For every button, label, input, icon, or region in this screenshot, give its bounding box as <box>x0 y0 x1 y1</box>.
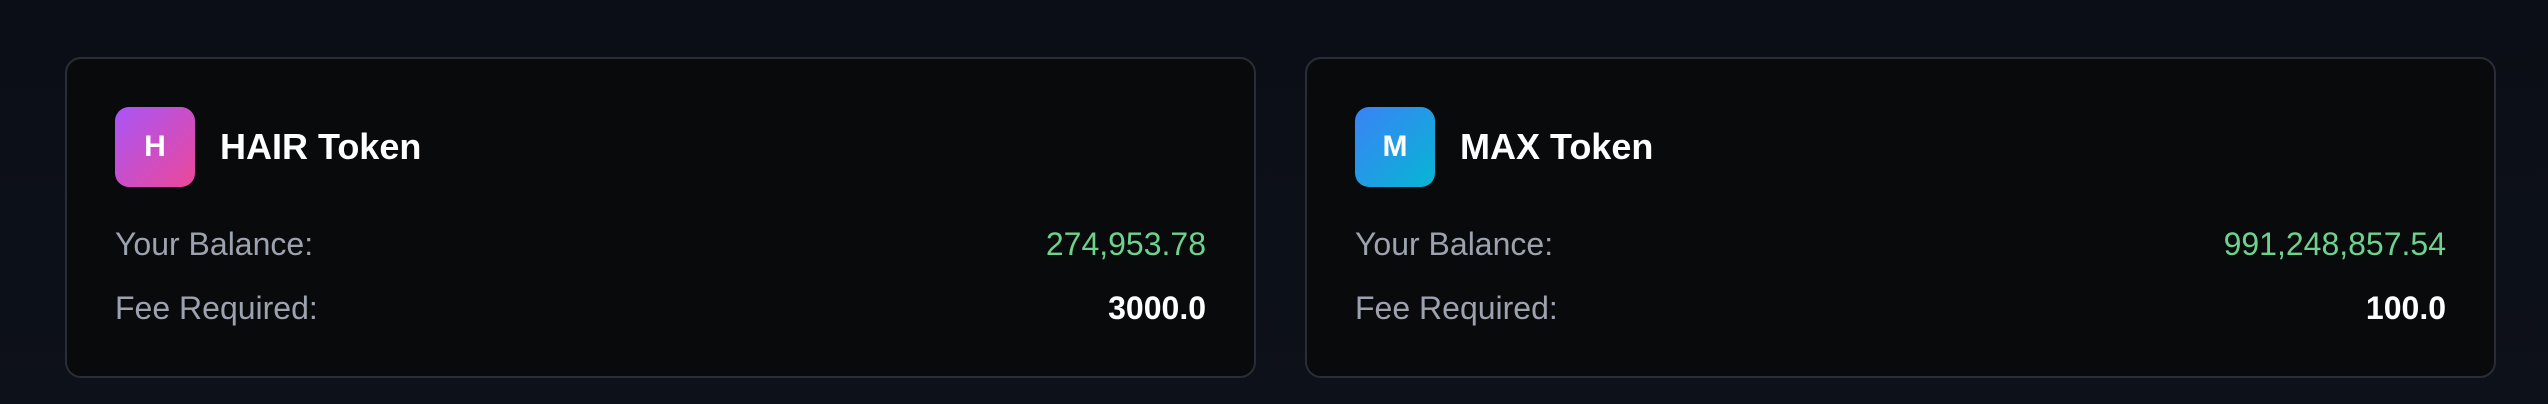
token-h-icon: H <box>115 107 195 187</box>
token-badge-letter: M <box>1382 130 1408 163</box>
balance-value: 991,248,857.54 <box>2223 226 2446 262</box>
fee-label: Fee Required: <box>115 290 318 326</box>
token-cards-container: H HAIR Token Your Balance: 274,953.78 Fe… <box>65 57 2496 380</box>
balance-label: Your Balance: <box>1355 226 1554 262</box>
fee-label: Fee Required: <box>1355 290 1558 326</box>
token-name: MAX Token <box>1460 126 1654 167</box>
fee-value: 3000.0 <box>1108 290 1206 326</box>
token-card-max: M MAX Token Your Balance: 991,248,857.54… <box>1305 57 2496 378</box>
token-badge-letter: H <box>144 130 166 163</box>
balance-label: Your Balance: <box>115 226 314 262</box>
token-card-hair: H HAIR Token Your Balance: 274,953.78 Fe… <box>65 57 1256 378</box>
fee-value: 100.0 <box>2365 290 2446 326</box>
token-m-icon: M <box>1355 107 1435 187</box>
token-name: HAIR Token <box>220 126 422 167</box>
balance-value: 274,953.78 <box>1045 226 1206 262</box>
